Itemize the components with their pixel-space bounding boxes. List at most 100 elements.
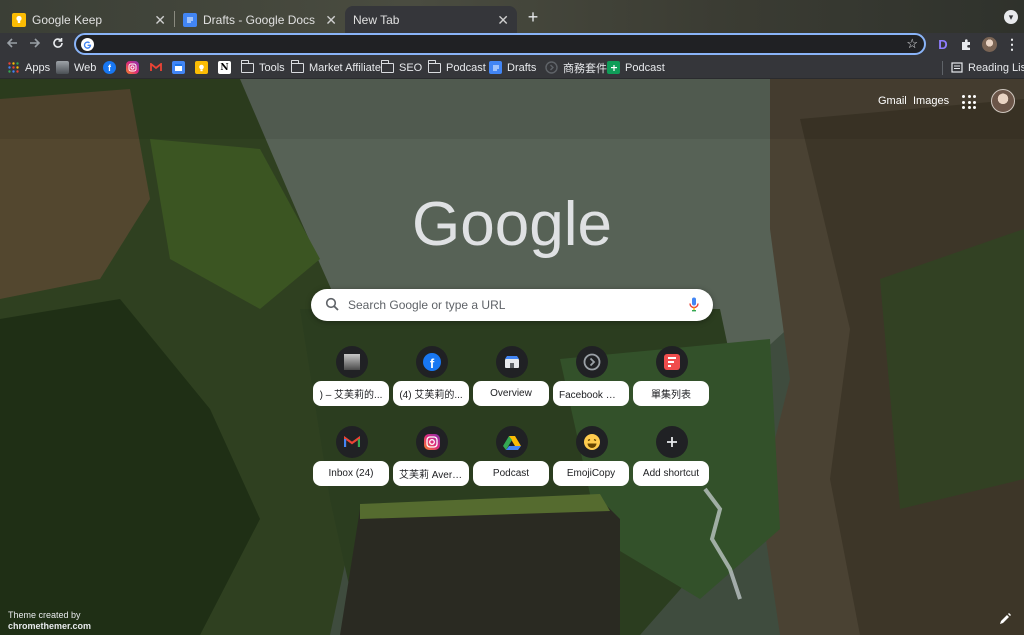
bookmark-folder-seo[interactable]: SEO	[381, 59, 422, 75]
shortcut-icon-container	[656, 426, 688, 458]
shortcut-label: (4) 艾芙莉的...	[399, 390, 463, 401]
browser-toolbar: ☆ D ⋮	[0, 33, 1024, 56]
sheets-icon	[607, 61, 620, 74]
circle-arrow-icon	[583, 353, 601, 371]
shortcut-tile[interactable]: Overview	[472, 346, 552, 408]
bookmark-folder-tools[interactable]: Tools	[241, 59, 285, 75]
bookmark-podcast-sheet[interactable]: Podcast	[607, 60, 665, 75]
bookmark-folder-market-affiliate[interactable]: Market Affiliate	[291, 59, 381, 75]
tab-title: Drafts - Google Docs	[203, 12, 316, 27]
shortcut-label: EmojiCopy	[566, 468, 616, 479]
tab-google-keep[interactable]: Google Keep ✕	[4, 6, 174, 33]
tab-drafts-google-docs[interactable]: Drafts - Google Docs ✕	[175, 6, 345, 33]
shortcut-icon-container	[336, 346, 368, 378]
shortcut-icon-container	[656, 346, 688, 378]
menu-kebab-icon[interactable]: ⋮	[1003, 35, 1021, 53]
plus-icon	[667, 437, 677, 447]
folder-icon	[381, 59, 394, 73]
shortcut-icon-container	[416, 426, 448, 458]
voice-search-mic-icon[interactable]	[689, 297, 699, 315]
notion-icon: N	[218, 61, 231, 74]
account-avatar[interactable]	[991, 89, 1015, 113]
bookmark-business-suite[interactable]: 商務套件	[545, 60, 607, 75]
bookmark-facebook[interactable]: f	[103, 60, 121, 75]
folder-icon	[241, 59, 254, 73]
bookmark-instagram[interactable]	[126, 60, 144, 75]
shortcut-label: 艾芙莉 Avery ...	[399, 470, 463, 481]
images-link[interactable]: Images	[913, 95, 949, 107]
new-tab-plus-icon[interactable]: +	[524, 8, 542, 26]
gmail-link[interactable]: Gmail	[878, 95, 907, 107]
keep-icon	[12, 12, 26, 27]
bookmark-keep[interactable]	[195, 60, 213, 75]
circle-arrow-icon	[545, 61, 558, 74]
svg-text:Google: Google	[412, 190, 612, 259]
google-logo: Google	[412, 190, 612, 259]
theme-credit-text: Theme created by	[8, 610, 81, 620]
shortcut-icon-container	[496, 426, 528, 458]
search-icon	[325, 297, 340, 315]
facebook-icon: f	[103, 61, 116, 74]
tab-title: Google Keep	[32, 12, 103, 27]
shortcut-tile[interactable]: Inbox (24)	[312, 426, 392, 488]
shortcut-tile[interactable]: Podcast	[472, 426, 552, 488]
calendar-icon	[172, 61, 185, 74]
bookmark-web[interactable]: Web	[56, 60, 96, 75]
bookmark-gmail[interactable]	[149, 60, 167, 75]
docs-icon	[183, 12, 197, 27]
reading-list-icon	[950, 61, 963, 74]
forward-arrow-icon[interactable]	[26, 35, 44, 53]
shortcut-label: ) – 艾芙莉的...	[319, 390, 383, 401]
tab-new-tab[interactable]: New Tab ✕	[345, 6, 517, 33]
thumbnail-icon	[344, 354, 360, 370]
close-tab-icon[interactable]: ✕	[325, 13, 337, 27]
google-g-icon	[81, 38, 94, 51]
google-apps-icon[interactable]	[962, 95, 976, 109]
theme-credit: Theme created by chromethemer.com	[8, 610, 91, 632]
bookmarks-bar: Apps Web f N Tools Market Affiliate SEO …	[0, 56, 1024, 79]
reading-list-button[interactable]: Reading List	[950, 60, 1024, 75]
bookmark-drafts[interactable]: Drafts	[489, 60, 536, 75]
shortcut-tile[interactable]: EmojiCopy	[552, 426, 632, 488]
emoji-icon	[584, 434, 600, 450]
tab-title: New Tab	[353, 12, 400, 27]
bookmark-apps[interactable]: Apps	[7, 60, 50, 75]
search-box[interactable]: Search Google or type a URL	[311, 289, 713, 321]
extension-d-icon[interactable]: D	[934, 35, 952, 53]
extensions-puzzle-icon[interactable]	[957, 35, 975, 53]
shortcut-tile[interactable]: 單集列表	[632, 346, 712, 408]
close-tab-icon[interactable]: ✕	[497, 13, 509, 27]
docs-icon	[489, 61, 502, 74]
web-thumbnail-icon	[56, 61, 69, 74]
reload-icon[interactable]	[49, 35, 67, 53]
folder-icon	[428, 59, 441, 73]
shortcut-label: Podcast	[492, 468, 530, 479]
back-arrow-icon[interactable]	[3, 35, 21, 53]
shop-icon	[505, 356, 519, 368]
tab-strip: Google Keep ✕ Drafts - Google Docs ✕ New…	[0, 0, 1024, 33]
shortcut-label: Facebook 商...	[559, 390, 623, 401]
facebook-icon: f	[423, 353, 441, 371]
tab-search-chevron-icon[interactable]: ▾	[1004, 10, 1018, 24]
customize-pencil-icon[interactable]	[998, 612, 1012, 626]
folder-icon	[291, 59, 304, 73]
theme-credit-link[interactable]: chromethemer.com	[8, 621, 91, 632]
shortcut-label: 單集列表	[651, 390, 691, 401]
shortcut-label: Add shortcut	[642, 468, 700, 479]
keep-icon	[195, 61, 208, 74]
add-shortcut-tile[interactable]: Add shortcut	[632, 426, 712, 488]
bookmark-notion[interactable]: N	[218, 60, 236, 75]
shortcut-tile[interactable]: f (4) 艾芙莉的...	[392, 346, 472, 408]
bookmarks-divider	[942, 61, 943, 75]
shortcut-tile[interactable]: Facebook 商...	[552, 346, 632, 408]
gmail-icon	[149, 61, 162, 74]
address-bar[interactable]: ☆	[74, 33, 926, 55]
close-tab-icon[interactable]: ✕	[154, 13, 166, 27]
shortcut-tile[interactable]: ) – 艾芙莉的...	[312, 346, 392, 408]
bookmark-star-icon[interactable]: ☆	[906, 36, 918, 52]
search-placeholder: Search Google or type a URL	[348, 298, 506, 312]
bookmark-folder-podcast[interactable]: Podcast	[428, 59, 486, 75]
bookmark-calendar[interactable]	[172, 60, 190, 75]
profile-avatar-small[interactable]	[980, 35, 998, 53]
shortcut-tile[interactable]: 艾芙莉 Avery ...	[392, 426, 472, 488]
